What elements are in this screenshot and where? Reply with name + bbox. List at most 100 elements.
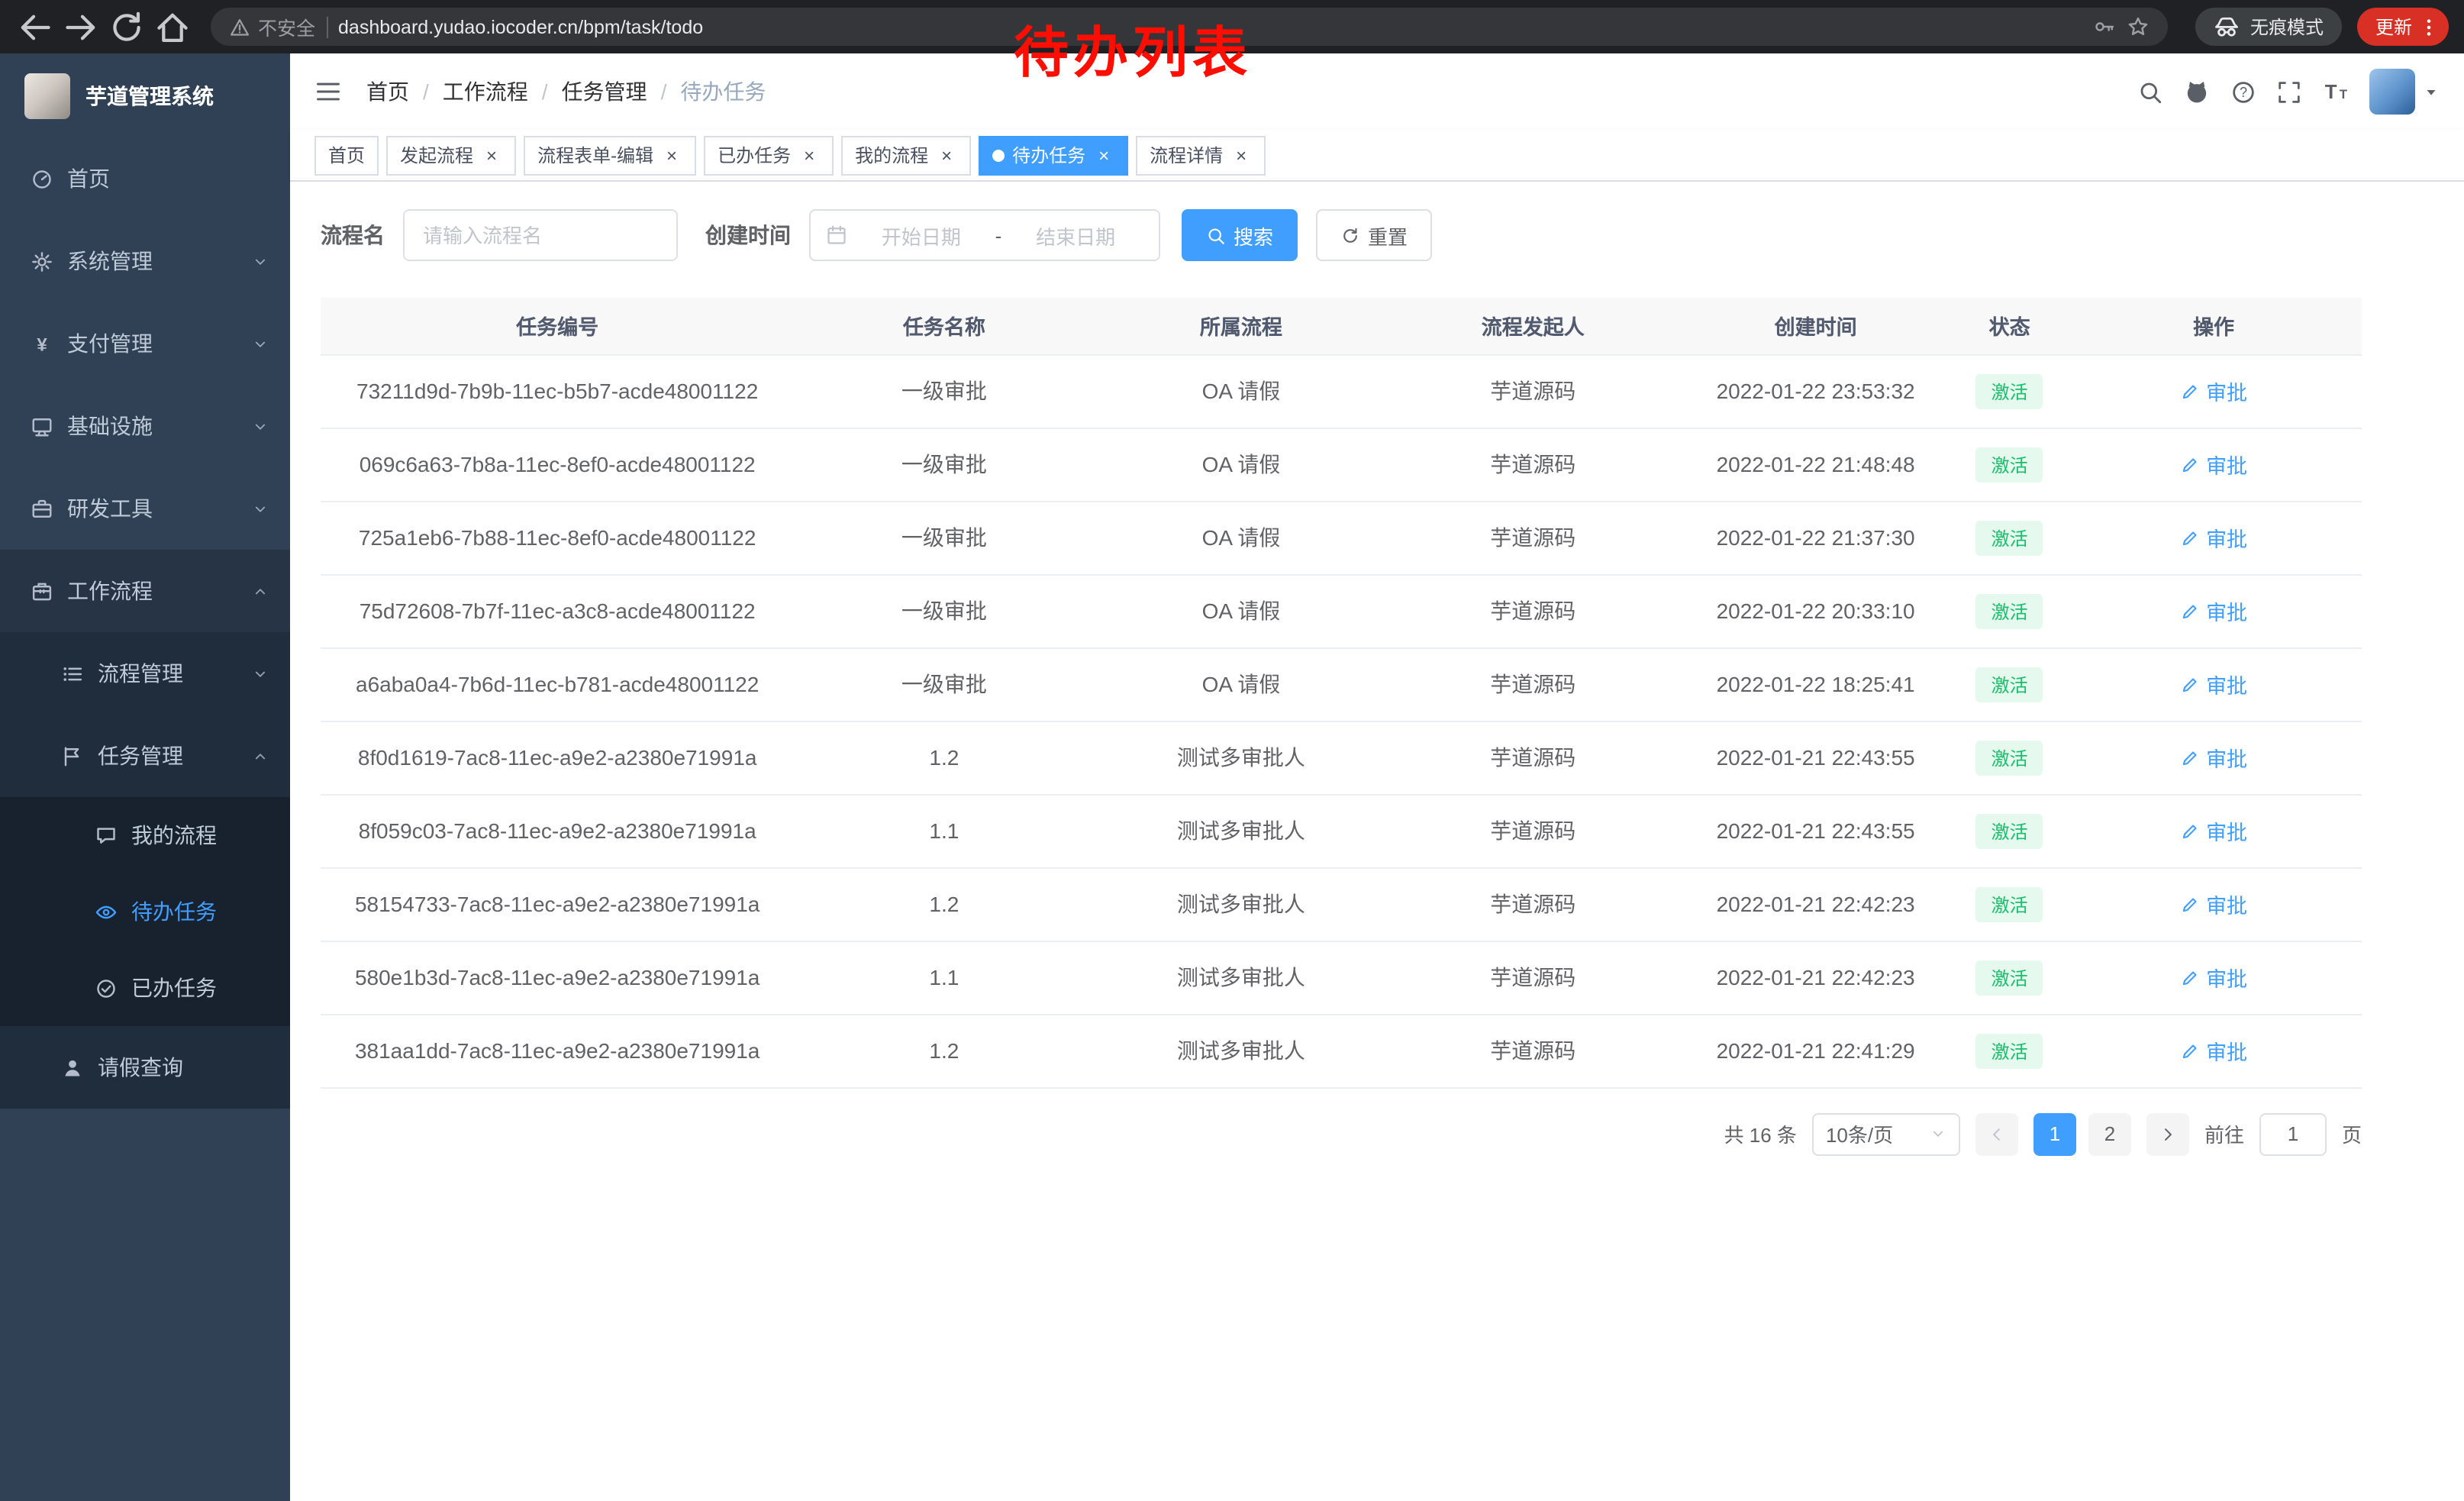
sidebar-item-home[interactable]: 首页 bbox=[0, 137, 290, 220]
tab-4[interactable]: 我的流程× bbox=[841, 135, 971, 175]
back-icon[interactable] bbox=[15, 7, 55, 47]
status-cell: 激活 bbox=[1953, 721, 2066, 794]
approve-link[interactable]: 审批 bbox=[2180, 522, 2247, 553]
prev-page-button[interactable] bbox=[1975, 1112, 2018, 1155]
close-icon[interactable]: × bbox=[798, 144, 820, 166]
security-label: 不安全 bbox=[258, 12, 315, 41]
approve-label: 审批 bbox=[2206, 1035, 2247, 1066]
breadcrumb-task-mgmt[interactable]: 任务管理 bbox=[562, 76, 647, 107]
sidebar-item-todo-task[interactable]: 待办任务 bbox=[0, 873, 290, 950]
approve-link[interactable]: 审批 bbox=[2180, 449, 2247, 479]
tab-3[interactable]: 已办任务× bbox=[704, 135, 834, 175]
status-cell: 激活 bbox=[1953, 354, 2066, 428]
actions-cell: 审批 bbox=[2066, 794, 2362, 867]
address-bar[interactable]: 不安全 dashboard.yudao.iocoder.cn/bpm/task/… bbox=[211, 8, 2168, 46]
approve-link[interactable]: 审批 bbox=[2180, 669, 2247, 699]
status-cell: 激活 bbox=[1953, 574, 2066, 647]
status-cell: 激活 bbox=[1953, 794, 2066, 867]
url-text: dashboard.yudao.iocoder.cn/bpm/task/todo bbox=[338, 16, 2082, 37]
date-range-picker[interactable]: 开始日期 - 结束日期 bbox=[809, 209, 1160, 261]
search-icon[interactable] bbox=[2137, 79, 2163, 105]
github-icon[interactable] bbox=[2183, 78, 2211, 105]
approve-link[interactable]: 审批 bbox=[2180, 889, 2247, 919]
refresh-icon[interactable] bbox=[107, 7, 147, 47]
approve-link[interactable]: 审批 bbox=[2180, 376, 2247, 406]
goto-page-input[interactable] bbox=[2259, 1112, 2327, 1155]
sidebar-item-workflow[interactable]: 工作流程 bbox=[0, 550, 290, 632]
tags-bar: 首页发起流程×流程表单-编辑×已办任务×我的流程×待办任务×流程详情× bbox=[290, 130, 2464, 182]
security-chip[interactable]: 不安全 bbox=[229, 12, 315, 41]
forward-icon[interactable] bbox=[61, 7, 101, 47]
yen-icon: ¥ bbox=[31, 332, 53, 355]
sidebar-menu: 首页系统管理¥支付管理基础设施研发工具工作流程流程管理任务管理我的流程待办任务已… bbox=[0, 137, 290, 1109]
table-header-row: 任务编号 任务名称 所属流程 流程发起人 创建时间 状态 操作 bbox=[321, 298, 2362, 354]
chrome-update-button[interactable]: 更新 bbox=[2357, 8, 2449, 46]
tab-1[interactable]: 发起流程× bbox=[386, 135, 516, 175]
toolbox-icon bbox=[31, 497, 53, 520]
sidebar-item-devtools[interactable]: 研发工具 bbox=[0, 467, 290, 550]
chevron-up-icon bbox=[252, 747, 269, 764]
user-menu[interactable] bbox=[2369, 69, 2440, 115]
sidebar-item-my-process[interactable]: 我的流程 bbox=[0, 797, 290, 873]
search-button[interactable]: 搜索 bbox=[1182, 209, 1298, 261]
tab-5[interactable]: 待办任务× bbox=[979, 135, 1128, 175]
next-page-button[interactable] bbox=[2146, 1112, 2189, 1155]
total-count: 共 16 条 bbox=[1724, 1119, 1797, 1148]
table-row: 8f059c03-7ac8-11ec-a9e2-a2380e71991a1.1测… bbox=[321, 794, 2362, 867]
tab-0[interactable]: 首页 bbox=[314, 135, 379, 175]
fullscreen-icon[interactable] bbox=[2276, 79, 2302, 105]
sidebar-item-payment[interactable]: ¥支付管理 bbox=[0, 302, 290, 385]
pen-icon bbox=[2180, 894, 2200, 914]
process-name-input[interactable] bbox=[403, 209, 678, 261]
sidebar-item-done-task[interactable]: 已办任务 bbox=[0, 950, 290, 1026]
chevron-up-icon bbox=[252, 583, 269, 599]
breadcrumb-separator: / bbox=[542, 79, 548, 104]
process-cell: OA 请假 bbox=[1094, 647, 1388, 721]
reset-button[interactable]: 重置 bbox=[1316, 209, 1432, 261]
sidebar-item-process-mgmt[interactable]: 流程管理 bbox=[0, 632, 290, 715]
dots-vertical-icon[interactable] bbox=[2418, 16, 2440, 37]
close-icon[interactable]: × bbox=[661, 144, 682, 166]
page-size-select[interactable]: 10条/页 bbox=[1812, 1112, 1960, 1155]
close-icon[interactable]: × bbox=[481, 144, 502, 166]
page-1-button[interactable]: 1 bbox=[2033, 1112, 2076, 1155]
approve-link[interactable]: 审批 bbox=[2180, 742, 2247, 773]
approve-link[interactable]: 审批 bbox=[2180, 596, 2247, 626]
pen-icon bbox=[2180, 601, 2200, 621]
sidebar-item-infra[interactable]: 基础设施 bbox=[0, 385, 290, 467]
pen-icon bbox=[2180, 821, 2200, 841]
sidebar-item-system[interactable]: 系统管理 bbox=[0, 220, 290, 302]
sidebar-item-leave-query[interactable]: 请假查询 bbox=[0, 1026, 290, 1109]
column-header-initiator: 流程发起人 bbox=[1388, 298, 1678, 354]
tab-6[interactable]: 流程详情× bbox=[1136, 135, 1266, 175]
approve-link[interactable]: 审批 bbox=[2180, 1035, 2247, 1066]
approve-link[interactable]: 审批 bbox=[2180, 962, 2247, 993]
actions-cell: 审批 bbox=[2066, 501, 2362, 574]
task-name-cell: 1.2 bbox=[794, 1014, 1094, 1087]
main-area: 首页 / 工作流程 / 任务管理 / 待办任务 ? TT bbox=[290, 53, 2464, 1501]
warning-icon bbox=[229, 16, 250, 37]
star-icon[interactable] bbox=[2127, 15, 2150, 38]
close-icon[interactable]: × bbox=[1230, 144, 1252, 166]
fontsize-icon[interactable]: TT bbox=[2322, 78, 2350, 105]
initiator-cell: 芋道源码 bbox=[1388, 647, 1678, 721]
table-row: a6aba0a4-7b6d-11ec-b781-acde48001122一级审批… bbox=[321, 647, 2362, 721]
app-logo[interactable]: 芋道管理系统 bbox=[0, 53, 290, 137]
initiator-cell: 芋道源码 bbox=[1388, 501, 1678, 574]
question-icon[interactable]: ? bbox=[2230, 79, 2256, 105]
close-icon[interactable]: × bbox=[1093, 144, 1114, 166]
close-icon[interactable]: × bbox=[936, 144, 957, 166]
table-row: 069c6a63-7b8a-11ec-8ef0-acde48001122一级审批… bbox=[321, 428, 2362, 501]
home-icon[interactable] bbox=[153, 7, 192, 47]
sidebar-item-label: 已办任务 bbox=[131, 973, 269, 1003]
hamburger-icon[interactable] bbox=[314, 78, 342, 105]
sidebar-item-label: 待办任务 bbox=[131, 896, 269, 927]
key-icon[interactable] bbox=[2093, 15, 2116, 38]
tab-2[interactable]: 流程表单-编辑× bbox=[524, 135, 696, 175]
sidebar-item-task-mgmt[interactable]: 任务管理 bbox=[0, 715, 290, 797]
page-2-button[interactable]: 2 bbox=[2088, 1112, 2131, 1155]
column-header-task-id: 任务编号 bbox=[321, 298, 794, 354]
breadcrumb-workflow[interactable]: 工作流程 bbox=[443, 76, 528, 107]
breadcrumb-home[interactable]: 首页 bbox=[366, 76, 409, 107]
approve-link[interactable]: 审批 bbox=[2180, 815, 2247, 846]
